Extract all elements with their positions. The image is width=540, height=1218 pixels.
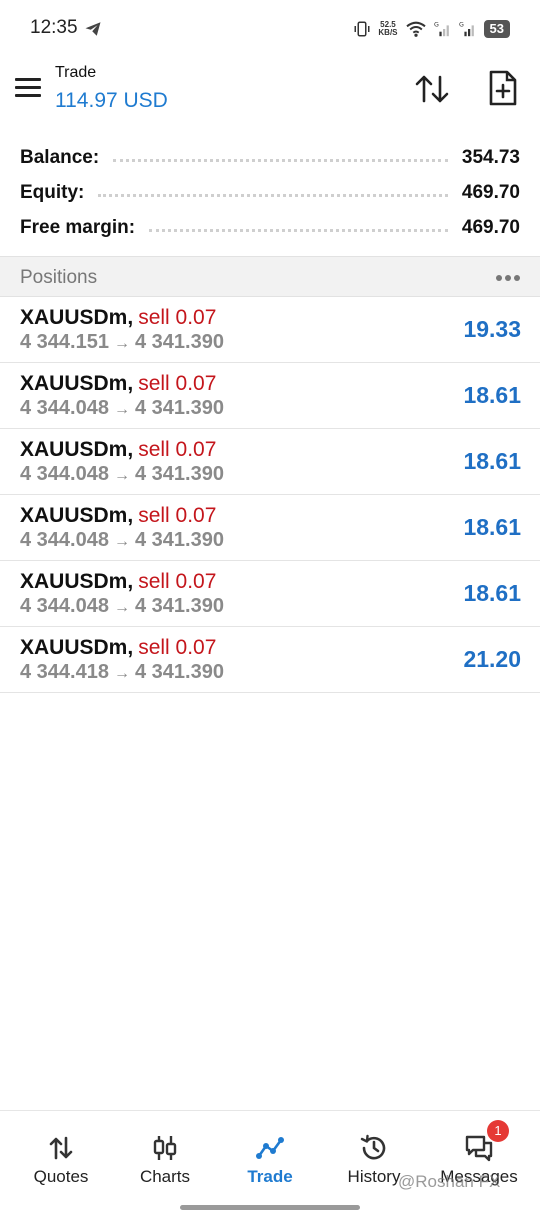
position-profit: 19.33 xyxy=(463,316,521,342)
position-row[interactable]: XAUUSDm, sell 0.07 4 344.151 → 4 341.390 19… xyxy=(0,297,540,363)
position-symbol: XAUUSDm xyxy=(20,636,128,659)
summary-value: 469.70 xyxy=(461,181,520,203)
position-side: sell 0.07 xyxy=(138,504,217,527)
current-price: 4 341.390 xyxy=(134,529,224,551)
summary-value: 469.70 xyxy=(461,216,520,238)
position-row[interactable]: XAUUSDm, sell 0.07 4 344.048 → 4 341.390 18… xyxy=(0,429,540,495)
position-symbol: XAUUSDm xyxy=(20,372,128,395)
position-profit: 18.61 xyxy=(463,382,521,408)
open-price: 4 344.048 xyxy=(20,397,109,419)
svg-text:G: G xyxy=(459,21,464,28)
position-side: sell 0.07 xyxy=(138,438,217,461)
balance-row: Balance: 354.73 xyxy=(0,140,540,175)
current-price: 4 341.390 xyxy=(134,397,224,419)
new-order-icon[interactable] xyxy=(488,70,518,106)
position-row[interactable]: XAUUSDm, sell 0.07 4 344.048 → 4 341.390 18… xyxy=(0,495,540,561)
position-row[interactable]: XAUUSDm, sell 0.07 4 344.048 → 4 341.390 18… xyxy=(0,561,540,627)
summary-label: Free margin: xyxy=(20,216,136,238)
signal-icon: G xyxy=(434,21,449,37)
position-symbol: XAUUSDm xyxy=(20,570,128,593)
position-side: sell 0.07 xyxy=(138,306,217,329)
page-title: Trade xyxy=(55,64,97,81)
open-price: 4 344.151 xyxy=(20,331,109,353)
position-profit: 18.61 xyxy=(463,448,521,474)
arrow-right-icon: → xyxy=(113,665,130,682)
dotted-leader xyxy=(113,159,448,162)
positions-header: Positions xyxy=(0,256,540,297)
history-icon xyxy=(360,1134,386,1160)
equity-row: Equity: 469.70 xyxy=(0,175,540,210)
position-row[interactable]: XAUUSDm, sell 0.07 4 344.048 → 4 341.390 18… xyxy=(0,363,540,429)
summary-value: 354.73 xyxy=(461,146,520,168)
position-row[interactable]: XAUUSDm, sell 0.07 4 344.418 → 4 341.390 21… xyxy=(0,627,540,693)
nav-label: Charts xyxy=(139,1167,191,1186)
open-price: 4 344.048 xyxy=(20,529,109,551)
account-summary: Balance: 354.73 Equity: 469.70 Free marg… xyxy=(0,140,540,245)
position-side: sell 0.07 xyxy=(138,570,217,593)
wifi-icon xyxy=(405,21,426,37)
status-bar: 12:35 52.5 KB/S G G 53 xyxy=(0,0,540,56)
summary-label: Equity: xyxy=(20,181,85,203)
position-profit: 18.61 xyxy=(463,514,521,540)
watermark: @Roshan FX xyxy=(398,1172,501,1191)
open-price: 4 344.048 xyxy=(20,463,109,485)
section-title: Positions xyxy=(20,267,98,288)
arrow-right-icon: → xyxy=(113,533,130,550)
dotted-leader xyxy=(149,229,448,232)
sort-icon[interactable] xyxy=(414,73,450,105)
nav-label: Trade xyxy=(247,1167,293,1186)
menu-icon[interactable] xyxy=(15,78,41,98)
status-icons: 52.5 KB/S G G 53 xyxy=(353,17,510,41)
nav-trade[interactable]: Trade xyxy=(216,1111,324,1201)
positions-list: XAUUSDm, sell 0.07 4 344.151 → 4 341.390 19… xyxy=(0,297,540,693)
arrow-right-icon: → xyxy=(113,335,130,352)
dotted-leader xyxy=(98,194,448,197)
app-header: Trade 114.97 USD xyxy=(0,56,540,128)
more-options-icon[interactable] xyxy=(496,275,520,281)
position-symbol: XAUUSDm xyxy=(20,438,128,461)
position-side: sell 0.07 xyxy=(138,372,217,395)
signal-icon-2: G xyxy=(459,21,474,37)
vibrate-icon xyxy=(354,21,370,37)
current-price: 4 341.390 xyxy=(134,661,224,683)
header-balance: 114.97 USD xyxy=(55,89,168,112)
arrow-right-icon: → xyxy=(113,401,130,418)
current-price: 4 341.390 xyxy=(134,595,224,617)
telegram-icon xyxy=(85,22,101,36)
free-margin-row: Free margin: 469.70 xyxy=(0,210,540,245)
current-price: 4 341.390 xyxy=(134,331,224,353)
position-symbol: XAUUSDm xyxy=(20,306,128,329)
home-indicator[interactable] xyxy=(180,1205,360,1210)
battery-indicator: 53 xyxy=(483,20,510,38)
svg-text:G: G xyxy=(434,21,439,28)
trade-icon xyxy=(256,1137,284,1159)
arrow-right-icon: → xyxy=(113,599,130,616)
nav-label: Quotes xyxy=(33,1167,89,1186)
arrow-right-icon: → xyxy=(113,467,130,484)
summary-label: Balance: xyxy=(20,146,100,168)
current-price: 4 341.390 xyxy=(134,463,224,485)
position-symbol: XAUUSDm xyxy=(20,504,128,527)
unread-badge: 1 xyxy=(487,1120,509,1142)
quotes-icon xyxy=(49,1136,73,1160)
network-speed: 52.5 KB/S xyxy=(378,20,398,37)
position-profit: 21.20 xyxy=(463,646,521,672)
position-profit: 18.61 xyxy=(463,580,521,606)
nav-charts[interactable]: Charts xyxy=(111,1111,219,1201)
position-side: sell 0.07 xyxy=(138,636,217,659)
open-price: 4 344.048 xyxy=(20,595,109,617)
charts-icon xyxy=(153,1136,177,1160)
status-time: 12:35 xyxy=(30,17,78,38)
open-price: 4 344.418 xyxy=(20,661,109,683)
nav-quotes[interactable]: Quotes xyxy=(7,1111,115,1201)
